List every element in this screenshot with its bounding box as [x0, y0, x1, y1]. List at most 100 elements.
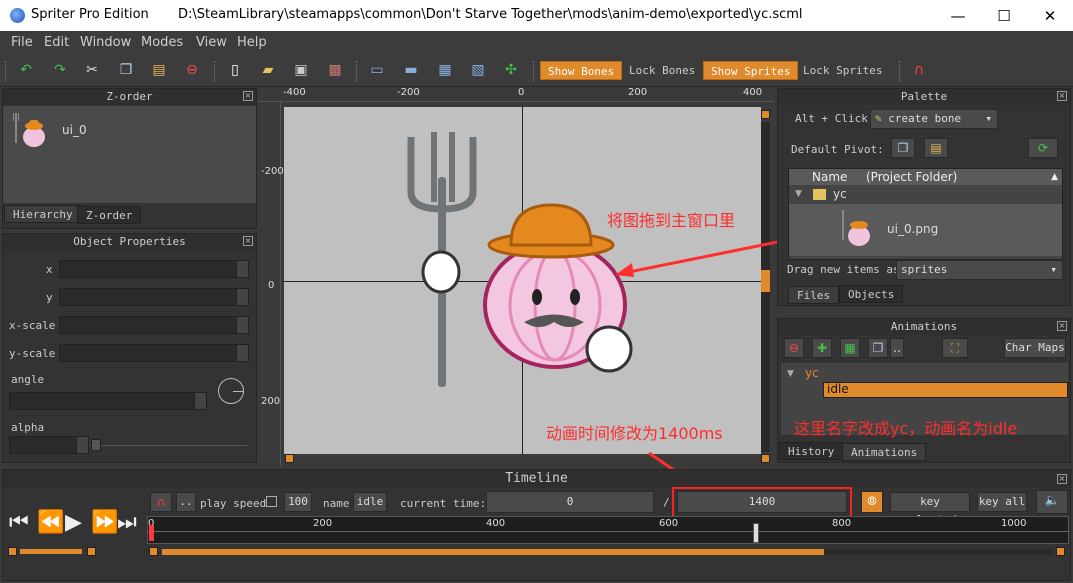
open-folder-icon[interactable]: ▰ — [259, 61, 277, 79]
fit-animation-icon[interactable]: ⛶ — [942, 338, 968, 358]
playback-range-end[interactable] — [87, 547, 96, 556]
canvas-corner-handle[interactable] — [761, 110, 770, 119]
timeline-scroll-end[interactable] — [1056, 547, 1065, 556]
canvas-corner-handle[interactable] — [761, 454, 770, 463]
pivot-paste-icon[interactable]: ▤ — [924, 138, 948, 158]
refresh-icon[interactable]: ⟳ — [1028, 138, 1058, 158]
expand-icon[interactable]: ▼ — [787, 369, 794, 379]
char-maps-button[interactable]: Char Maps — [1004, 338, 1066, 358]
menu-window[interactable]: Window — [80, 35, 131, 50]
close-icon[interactable]: × — [243, 91, 253, 101]
panel-icon[interactable]: ▦ — [436, 61, 454, 79]
close-icon[interactable]: × — [1057, 91, 1067, 101]
zorder-item-label[interactable]: ui_0 — [62, 123, 87, 137]
maximize-button[interactable]: ☐ — [981, 0, 1027, 31]
folder-label[interactable]: yc — [833, 187, 847, 201]
menu-modes[interactable]: Modes — [141, 35, 183, 50]
auto-key-icon[interactable]: ⦾ — [861, 491, 883, 513]
add-entity-icon[interactable]: ✚ — [812, 338, 832, 358]
menu-file[interactable]: File — [11, 35, 33, 50]
current-time-field[interactable]: 0 — [486, 491, 654, 513]
timeline-options-button[interactable]: .. — [176, 492, 196, 512]
angle-dial[interactable] — [218, 378, 244, 404]
add-animation-icon[interactable]: ▦ — [840, 338, 860, 358]
playhead-marker[interactable] — [149, 525, 154, 541]
duplicate-animation-icon[interactable]: ❐ — [868, 338, 888, 358]
window-icon[interactable]: ▭ — [368, 61, 386, 79]
menu-edit[interactable]: Edit — [44, 35, 69, 50]
go-to-start-icon[interactable]: ⏮ — [9, 510, 29, 535]
redo-icon[interactable]: ↷ — [51, 61, 69, 79]
canvas-corner-handle[interactable] — [285, 454, 294, 463]
more-icon[interactable]: ‥ — [890, 338, 904, 358]
paste-icon[interactable]: ▤ — [150, 61, 168, 79]
timeline-scroll-thumb[interactable] — [162, 549, 824, 555]
close-button[interactable]: ✕ — [1027, 0, 1073, 31]
expand-icon[interactable]: ▼ — [795, 189, 802, 199]
end-time-marker[interactable] — [753, 523, 759, 543]
pivot-copy-icon[interactable]: ❐ — [891, 138, 915, 158]
show-bones-toggle[interactable]: Show Bones — [540, 61, 623, 80]
menu-view[interactable]: View — [196, 35, 227, 50]
canvas-v-scrollbar[interactable] — [761, 122, 770, 452]
close-icon[interactable]: × — [1057, 321, 1067, 331]
go-to-end-icon[interactable]: ⏭ — [117, 510, 137, 535]
step-forward-icon[interactable]: ⏩ — [91, 510, 118, 535]
image-icon[interactable]: ▧ — [469, 61, 487, 79]
lock-bones-toggle[interactable]: Lock Bones — [622, 61, 702, 80]
entity-label[interactable]: yc — [805, 366, 819, 380]
copy-icon[interactable]: ❐ — [117, 61, 135, 79]
minimize-button[interactable]: — — [935, 0, 981, 31]
lock-sprites-toggle[interactable]: Lock Sprites — [796, 61, 889, 80]
tab-history[interactable]: History — [779, 442, 844, 460]
ui-0-thumbnail-icon[interactable] — [12, 111, 52, 151]
alt-click-action-select[interactable]: ✎ create bone ▾ — [870, 109, 998, 129]
close-icon[interactable]: × — [243, 236, 253, 246]
playback-range-bar[interactable] — [20, 549, 82, 554]
alpha-field[interactable] — [9, 436, 89, 454]
cut-icon[interactable]: ✂ — [83, 61, 101, 79]
alpha-slider-track[interactable] — [89, 445, 247, 446]
play-icon[interactable]: ▶ — [65, 510, 82, 535]
timeline-ruler[interactable]: 0 200 400 600 800 1000 — [147, 516, 1069, 544]
key-all-button[interactable]: key all — [977, 492, 1027, 512]
tab-objects[interactable]: Objects — [839, 285, 904, 303]
total-time-field[interactable]: 1400 — [677, 491, 847, 513]
snap-magnet-icon[interactable]: ∩ — [910, 61, 928, 79]
sound-icon[interactable]: 🔈 — [1036, 490, 1068, 514]
x-scale-field[interactable] — [59, 316, 249, 334]
y-scale-field[interactable] — [59, 344, 249, 362]
ui-0-sprite[interactable] — [399, 117, 639, 387]
menu-help[interactable]: Help — [237, 35, 267, 50]
show-sprites-toggle[interactable]: Show Sprites — [703, 61, 799, 80]
timeline-scroll-start[interactable] — [149, 547, 158, 556]
play-speed-checkbox[interactable] — [266, 496, 277, 507]
alpha-slider-handle[interactable] — [91, 439, 101, 451]
animation-name-field[interactable]: idle — [353, 492, 387, 512]
playback-range-start[interactable] — [8, 547, 17, 556]
export-icon[interactable]: ▩ — [326, 61, 344, 79]
key-selected-button[interactable]: key selected — [890, 492, 970, 526]
step-back-icon[interactable]: ⏪ — [37, 510, 64, 535]
close-icon[interactable]: × — [1057, 474, 1067, 484]
new-file-icon[interactable]: ▯ — [226, 61, 244, 79]
canvas[interactable] — [284, 107, 761, 454]
fit-view-icon[interactable]: ✣ — [502, 61, 520, 79]
play-speed-field[interactable]: 100 — [284, 492, 312, 512]
angle-field[interactable] — [9, 392, 207, 410]
timeline-snap-icon[interactable]: ∩ — [150, 492, 172, 512]
fullscreen-icon[interactable]: ▬ — [402, 61, 420, 79]
tab-animations[interactable]: Animations — [842, 443, 927, 461]
delete-animation-icon[interactable]: ⊖ — [784, 338, 804, 358]
animation-row-idle[interactable]: idle — [823, 382, 1068, 398]
tab-hierarchy[interactable]: Hierarchy — [4, 205, 82, 223]
tab-files[interactable]: Files — [788, 286, 840, 304]
y-field[interactable] — [59, 288, 249, 306]
save-icon[interactable]: ▣ — [292, 61, 310, 79]
undo-icon[interactable]: ↶ — [17, 61, 35, 79]
x-field[interactable] — [59, 260, 249, 278]
tab-zorder[interactable]: Z-order — [77, 206, 142, 224]
drag-items-select[interactable]: sprites ▾ — [896, 260, 1063, 280]
delete-icon[interactable]: ⊖ — [183, 61, 201, 79]
file-item-row[interactable]: ui_0.png — [789, 204, 1062, 256]
